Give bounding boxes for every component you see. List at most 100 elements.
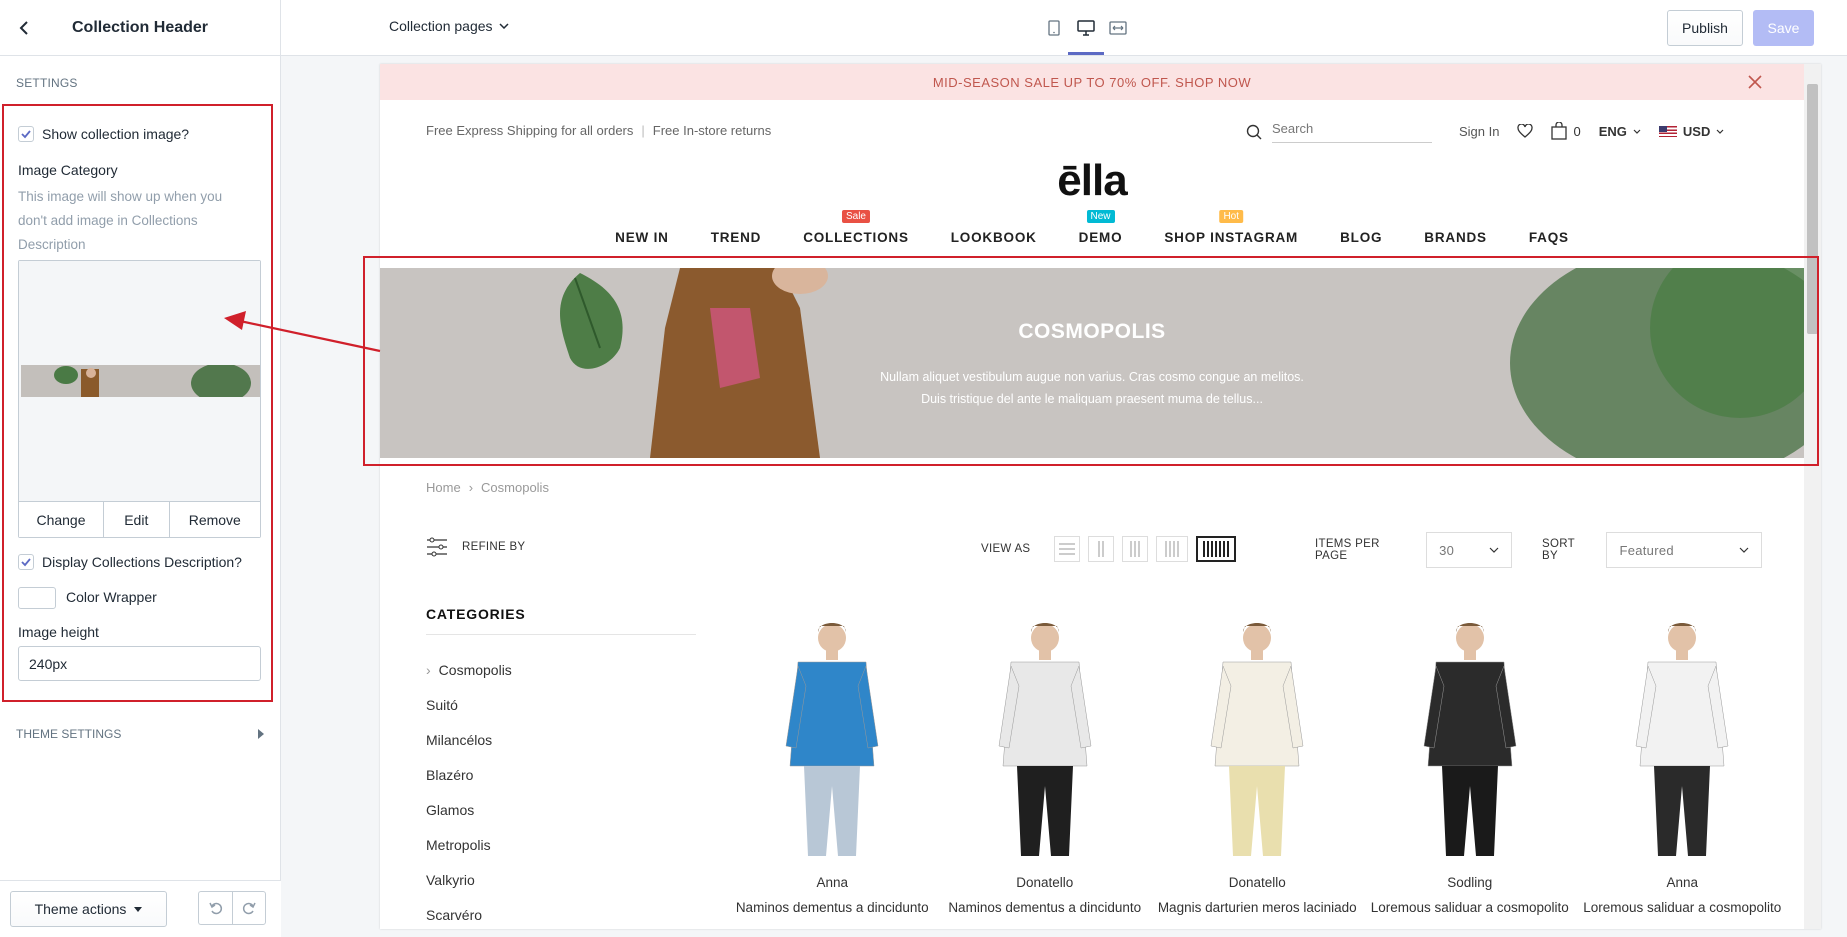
image-height-input[interactable]: 240px — [18, 646, 261, 681]
language-value: ENG — [1598, 123, 1627, 139]
product-name[interactable]: Donatello — [939, 875, 1152, 890]
product-card[interactable]: Donatello Naminos dementus a dincidunto — [939, 616, 1152, 918]
fullscreen-view-button[interactable] — [1108, 14, 1128, 42]
store-search[interactable]: Search — [1246, 121, 1432, 143]
nav-item-trend[interactable]: TREND — [711, 230, 762, 245]
device-preview-toggle — [1044, 14, 1128, 55]
list-view-button[interactable] — [1054, 536, 1081, 562]
cart[interactable]: 0 — [1551, 122, 1581, 140]
heart-icon[interactable] — [1517, 124, 1534, 138]
remove-image-button[interactable]: Remove — [170, 502, 260, 537]
product-description[interactable]: Loremous saliduar a cosmopolito — [1576, 898, 1789, 918]
checkbox-checked[interactable] — [18, 554, 34, 570]
preview-scrollbar[interactable] — [1804, 64, 1821, 929]
nav-item-label: LOOKBOOK — [950, 230, 1037, 245]
search-icon[interactable] — [1246, 124, 1262, 140]
chevron-down-icon — [1716, 129, 1724, 134]
category-item[interactable]: Suitó — [426, 687, 512, 722]
nav-item-faqs[interactable]: FAQS — [1529, 230, 1569, 245]
cart-count: 0 — [1573, 123, 1581, 139]
language-select[interactable]: ENG — [1599, 124, 1641, 139]
publish-button[interactable]: Publish — [1667, 10, 1743, 46]
product-image[interactable] — [939, 616, 1151, 861]
breadcrumb-home[interactable]: Home — [426, 480, 461, 495]
page-type-select[interactable]: Collection pages — [389, 18, 509, 34]
sort-by-select[interactable]: Featured — [1606, 532, 1762, 568]
mobile-view-button[interactable] — [1044, 14, 1064, 42]
currency-select[interactable]: USD — [1658, 123, 1724, 139]
theme-actions-button[interactable]: Theme actions — [10, 891, 167, 927]
category-item[interactable]: › Cosmopolis — [426, 652, 512, 687]
product-card[interactable]: Anna Loremous saliduar a cosmopolito — [1576, 616, 1789, 918]
product-description[interactable]: Magnis darturien meros laciniado — [1151, 898, 1364, 918]
product-name[interactable]: Anna — [726, 875, 939, 890]
category-item[interactable]: Glamos — [426, 792, 512, 827]
product-image[interactable] — [1364, 616, 1576, 861]
category-item[interactable]: Milancélos — [426, 722, 512, 757]
category-label: Scarvéro — [426, 906, 483, 923]
refine-by-button[interactable]: REFINE BY — [426, 536, 525, 558]
currency-value: USD — [1682, 123, 1711, 139]
us-flag-icon — [1658, 125, 1677, 137]
nav-item-lookbook[interactable]: LOOKBOOK — [951, 230, 1037, 245]
category-label: Metropolis — [426, 836, 491, 853]
shopping-bag-icon — [1551, 122, 1568, 140]
nav-item-shop-instagram[interactable]: SHOP INSTAGRAM Hot — [1164, 210, 1298, 245]
save-button[interactable]: Save — [1753, 10, 1814, 46]
back-button[interactable] — [12, 16, 36, 40]
category-item[interactable]: Scarvéro — [426, 897, 512, 929]
product-card[interactable]: Sodling Loremous saliduar a cosmopolito — [1364, 616, 1577, 918]
items-per-page-label: ITEMS PER PAGE — [1315, 538, 1380, 562]
grid-4-button[interactable] — [1156, 536, 1189, 562]
image-preview[interactable] — [19, 261, 260, 501]
display-description-checkbox[interactable]: Display Collections Description? — [18, 554, 242, 570]
desktop-view-button[interactable] — [1068, 14, 1104, 55]
nav-item-label: TREND — [710, 230, 762, 245]
product-card[interactable]: Anna Naminos dementus a dincidunto — [726, 616, 939, 918]
product-image[interactable] — [726, 616, 938, 861]
product-name[interactable]: Donatello — [1151, 875, 1364, 890]
color-wrapper-swatch[interactable] — [18, 587, 56, 609]
banner-description: Nullam aliquet vestibulum augue non vari… — [380, 366, 1804, 410]
items-per-page-select[interactable]: 30 — [1426, 532, 1513, 568]
edit-image-button[interactable]: Edit — [104, 502, 170, 537]
nav-item-demo[interactable]: DEMO New — [1079, 210, 1123, 245]
show-image-checkbox[interactable]: Show collection image? — [18, 126, 189, 142]
store-logo[interactable]: ēlla — [380, 156, 1804, 206]
sign-in-link[interactable]: Sign In — [1459, 124, 1499, 139]
search-input[interactable]: Search — [1272, 121, 1432, 143]
product-image[interactable] — [1576, 616, 1788, 861]
close-icon[interactable] — [1746, 73, 1764, 91]
product-description[interactable]: Loremous saliduar a cosmopolito — [1364, 898, 1577, 918]
settings-section-label: SETTINGS — [16, 76, 78, 90]
product-card[interactable]: Donatello Magnis darturien meros laciniad… — [1151, 616, 1364, 918]
nav-badge: Sale — [841, 210, 870, 223]
product-description[interactable]: Naminos dementus a dincidunto — [726, 898, 939, 918]
undo-button[interactable] — [198, 891, 232, 925]
nav-item-blog[interactable]: BLOG — [1340, 230, 1382, 245]
nav-item-brands[interactable]: BRANDS — [1424, 230, 1487, 245]
product-description[interactable]: Naminos dementus a dincidunto — [939, 898, 1152, 918]
nav-item-new-in[interactable]: NEW IN — [615, 230, 669, 245]
product-name[interactable]: Anna — [1576, 875, 1789, 890]
product-name[interactable]: Sodling — [1364, 875, 1577, 890]
redo-button[interactable] — [232, 891, 266, 925]
category-item[interactable]: Metropolis — [426, 827, 512, 862]
scrollbar-thumb[interactable] — [1807, 84, 1818, 334]
grid-5-button[interactable] — [1196, 536, 1237, 562]
settings-sidebar: Collection Header SETTINGS Show collecti… — [0, 0, 281, 937]
change-image-button[interactable]: Change — [19, 502, 104, 537]
checkbox-checked[interactable] — [18, 126, 34, 142]
view-as-group: VIEW AS — [981, 536, 1237, 562]
theme-settings-toggle[interactable]: THEME SETTINGS — [16, 727, 264, 741]
grid-2-button[interactable] — [1088, 536, 1115, 562]
banner-image — [380, 268, 1804, 458]
nav-item-collections[interactable]: COLLECTIONS Sale — [803, 210, 909, 245]
nav-item-label: FAQS — [1528, 230, 1569, 245]
category-item[interactable]: Valkyrio — [426, 862, 512, 897]
category-item[interactable]: Blazéro — [426, 757, 512, 792]
grid-3-button[interactable] — [1122, 536, 1149, 562]
redo-icon — [242, 902, 256, 915]
announcement-bar[interactable]: MID-SEASON SALE UP TO 70% OFF. SHOP NOW — [380, 64, 1804, 100]
product-image[interactable] — [1151, 616, 1363, 861]
